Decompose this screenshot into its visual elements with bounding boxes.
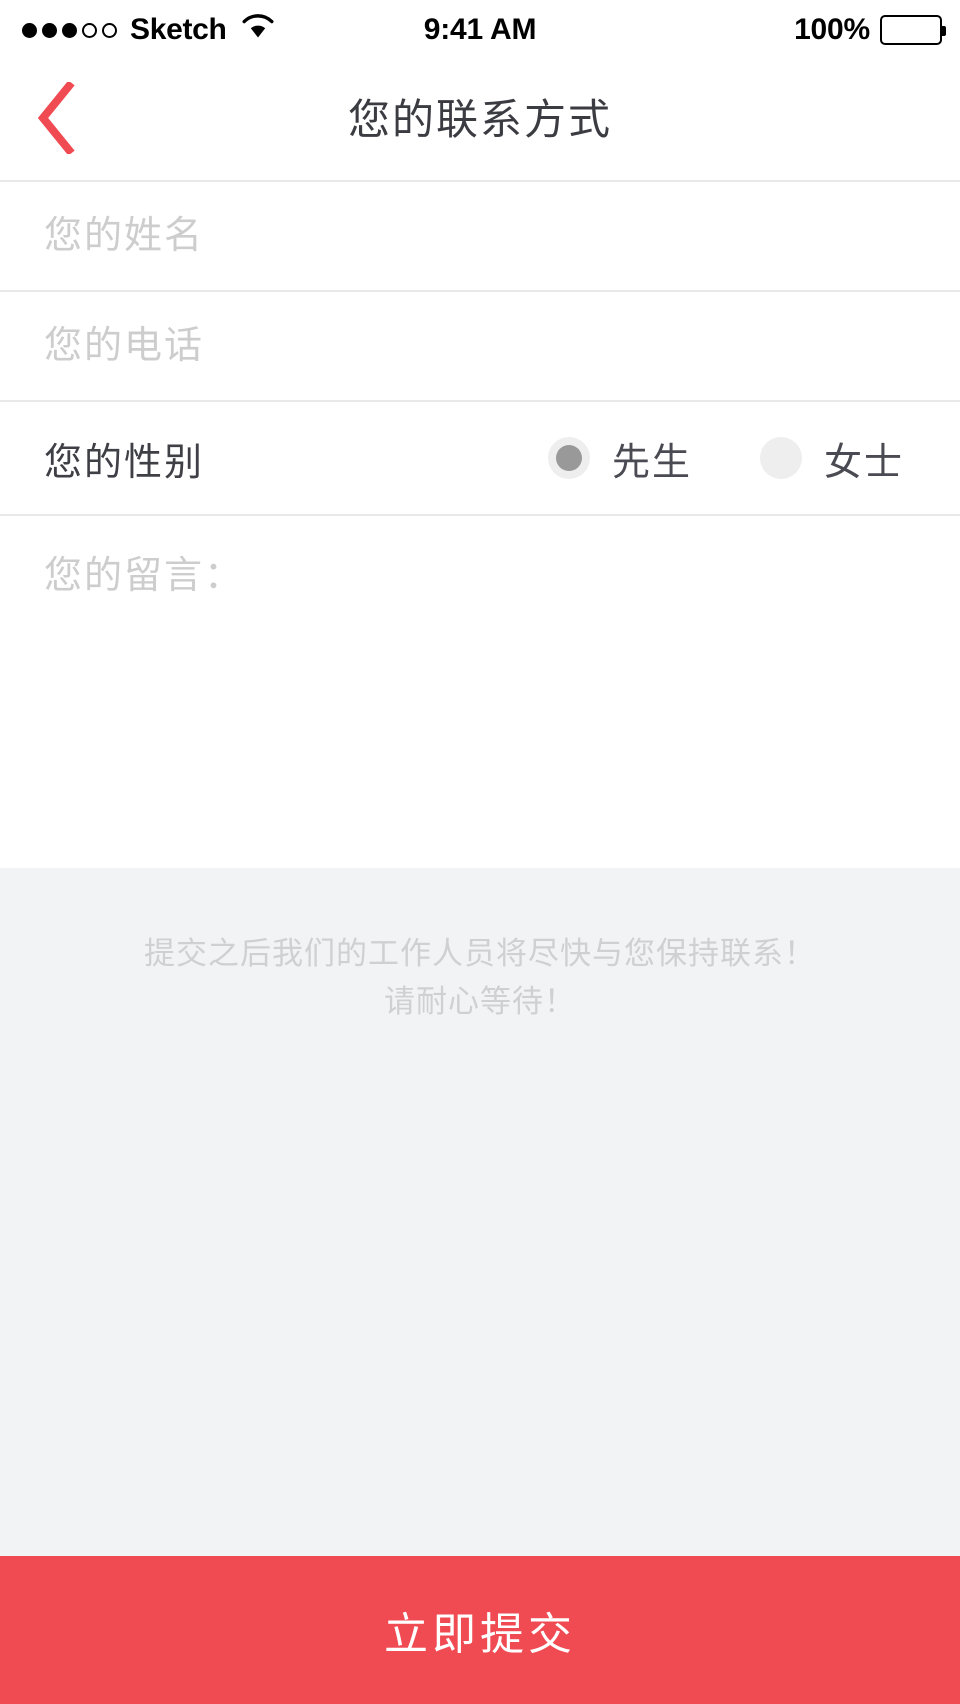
status-bar: Sketch 9:41 AM 100%: [0, 0, 960, 60]
submit-button[interactable]: 立即提交: [0, 1556, 960, 1704]
navigation-bar: 您的联系方式: [0, 60, 960, 180]
submit-button-label: 立即提交: [384, 1610, 576, 1659]
chevron-left-icon: [36, 79, 76, 159]
battery-full-icon: [880, 15, 946, 45]
name-input[interactable]: [44, 214, 916, 258]
radio-female-icon[interactable]: [759, 437, 802, 479]
gender-label: 您的性别: [44, 441, 205, 484]
message-field-row[interactable]: [0, 516, 960, 868]
gender-option-female-label: 女士: [823, 441, 904, 484]
phone-field-row[interactable]: [0, 292, 960, 400]
gender-option-female[interactable]: 女士: [759, 431, 904, 486]
gender-options: 先生 女士: [547, 431, 916, 486]
gender-option-male-label: 先生: [611, 441, 692, 484]
phone-screen: Sketch 9:41 AM 100% 您的联系方式 您的姓名 您的电话 您的性…: [0, 0, 960, 1704]
contact-form: 您的性别 先生 女士: [0, 182, 960, 868]
radio-male-icon[interactable]: [547, 437, 590, 479]
name-field-row[interactable]: [0, 182, 960, 290]
battery-percent-label: 100%: [794, 13, 870, 46]
message-input[interactable]: [44, 548, 916, 848]
gender-option-male[interactable]: 先生: [547, 431, 692, 486]
hint-line-2: 请耐心等待！: [384, 984, 576, 1020]
page-title: 您的联系方式: [347, 96, 612, 143]
back-button[interactable]: [8, 60, 104, 180]
hint-panel: 提交之后我们的工作人员将尽快与您保持联系！ 请耐心等待！: [0, 868, 960, 1556]
phone-input[interactable]: [44, 324, 916, 368]
status-bar-right: 100%: [794, 0, 946, 60]
gender-row: 您的性别 先生 女士: [0, 402, 960, 514]
hint-line-1: 提交之后我们的工作人员将尽快与您保持联系！: [144, 936, 816, 971]
